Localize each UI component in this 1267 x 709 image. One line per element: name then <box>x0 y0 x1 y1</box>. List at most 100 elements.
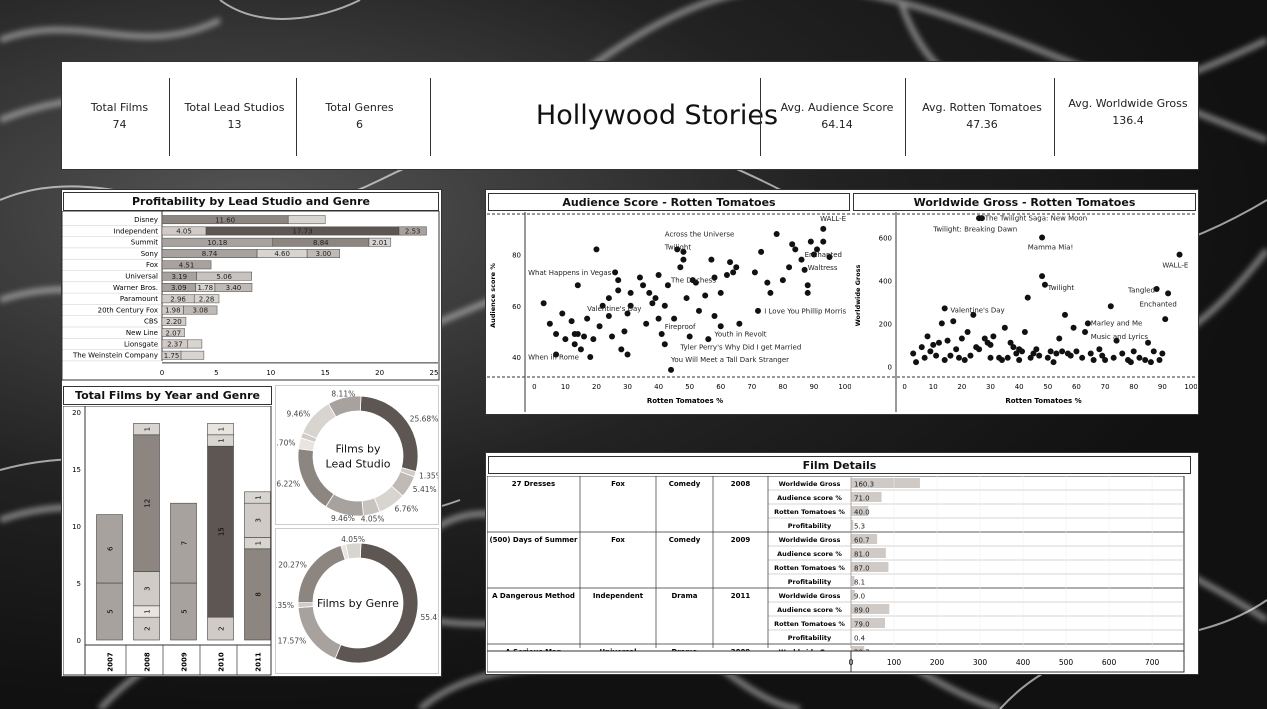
scatter-point[interactable] <box>767 289 774 296</box>
scatter-point[interactable] <box>930 341 937 348</box>
scatter-point[interactable] <box>615 287 622 294</box>
scatter-point[interactable] <box>987 354 994 361</box>
scatter-point[interactable] <box>658 330 665 337</box>
scatter-point[interactable] <box>559 310 566 317</box>
scatter-point[interactable] <box>643 320 650 327</box>
scatter-point[interactable] <box>758 248 765 255</box>
scatter-point[interactable] <box>938 320 945 327</box>
scatter-point[interactable] <box>1082 329 1089 336</box>
scatter-point[interactable] <box>581 333 588 340</box>
scatter-point[interactable] <box>1130 348 1137 355</box>
scatter-point[interactable] <box>751 269 758 276</box>
scatter-point[interactable] <box>686 333 693 340</box>
scatter-point[interactable] <box>1021 329 1028 336</box>
scatter-point[interactable] <box>1001 324 1008 331</box>
scatter-point[interactable] <box>705 336 712 343</box>
profit-bar[interactable] <box>287 215 326 225</box>
scatter-point[interactable] <box>1024 294 1031 301</box>
scatter-point[interactable] <box>755 307 762 314</box>
scatter-point[interactable] <box>1150 348 1157 355</box>
scatter-point[interactable] <box>593 246 600 253</box>
scatter-point[interactable] <box>987 341 994 348</box>
scatter-point[interactable] <box>1142 356 1149 363</box>
scatter-point[interactable] <box>967 352 974 359</box>
scatter-point[interactable] <box>1056 335 1063 342</box>
scatter-point[interactable] <box>1176 251 1183 258</box>
donut-slice[interactable] <box>345 542 362 560</box>
scatter-point[interactable] <box>661 302 668 309</box>
scatter-point[interactable] <box>661 341 668 348</box>
scatter-point[interactable] <box>779 277 786 284</box>
scatter-point[interactable] <box>990 333 997 340</box>
donut-slice[interactable] <box>297 606 342 660</box>
donut-slice[interactable] <box>297 544 346 604</box>
scatter-point[interactable] <box>1067 352 1074 359</box>
scatter-point[interactable] <box>590 336 597 343</box>
scatter-point[interactable] <box>1165 290 1172 297</box>
scatter-point[interactable] <box>910 350 917 357</box>
scatter-point[interactable] <box>1070 324 1077 331</box>
scatter-point[interactable] <box>605 295 612 302</box>
scatter-point[interactable] <box>961 356 968 363</box>
scatter-point[interactable] <box>568 318 575 325</box>
scatter-point[interactable] <box>680 256 687 263</box>
scatter-point[interactable] <box>1073 348 1080 355</box>
scatter-point[interactable] <box>933 352 940 359</box>
scatter-point[interactable] <box>921 354 928 361</box>
scatter-point[interactable] <box>801 266 808 273</box>
scatter-point[interactable] <box>789 241 796 248</box>
scatter-point[interactable] <box>1061 311 1068 318</box>
film-details-table[interactable]: 27 Dresses Fox Comedy 2008 Worldwide Gross 16… <box>487 476 1187 673</box>
scatter-point[interactable] <box>1147 359 1154 366</box>
scatter-point[interactable] <box>636 274 643 281</box>
scatter-point[interactable] <box>947 352 954 359</box>
scatter-point[interactable] <box>1156 356 1163 363</box>
profit-bar[interactable] <box>180 350 205 360</box>
scatter-point[interactable] <box>584 315 591 322</box>
scatter-point[interactable] <box>764 279 771 286</box>
scatter-point[interactable] <box>786 264 793 271</box>
scatter-point[interactable] <box>1107 303 1114 310</box>
scatter-point[interactable] <box>671 315 678 322</box>
scatter-point[interactable] <box>1047 348 1054 355</box>
scatter-point[interactable] <box>655 315 662 322</box>
scatter-point[interactable] <box>1127 359 1134 366</box>
scatter-point[interactable] <box>958 335 965 342</box>
scatter-point[interactable] <box>596 323 603 330</box>
scatter-point[interactable] <box>608 333 615 340</box>
scatter-point[interactable] <box>1079 354 1086 361</box>
scatter-point[interactable] <box>683 295 690 302</box>
scatter-point[interactable] <box>553 330 560 337</box>
scatter-point[interactable] <box>546 320 553 327</box>
scatter-point[interactable] <box>1036 352 1043 359</box>
scatter-point[interactable] <box>1119 350 1126 357</box>
scatter-point[interactable] <box>956 354 963 361</box>
scatter-point[interactable] <box>918 344 925 351</box>
scatter-point[interactable] <box>618 346 625 353</box>
scatter-point[interactable] <box>941 305 948 312</box>
scatter-point[interactable] <box>640 282 647 289</box>
scatter-point[interactable] <box>668 366 675 373</box>
scatter-point[interactable] <box>820 225 827 232</box>
scatter-point[interactable] <box>807 238 814 245</box>
scatter-point[interactable] <box>627 289 634 296</box>
scatter-point[interactable] <box>964 329 971 336</box>
scatter-point[interactable] <box>1096 346 1103 353</box>
scatter-point[interactable] <box>1033 346 1040 353</box>
scatter-point[interactable] <box>649 300 656 307</box>
scatter-point[interactable] <box>1004 354 1011 361</box>
scatter-point[interactable] <box>976 346 983 353</box>
scatter-point[interactable] <box>708 256 715 263</box>
scatter-point[interactable] <box>730 269 737 276</box>
scatter-point[interactable] <box>820 238 827 245</box>
scatter-point[interactable] <box>652 295 659 302</box>
scatter-point[interactable] <box>998 356 1005 363</box>
scatter-point[interactable] <box>562 336 569 343</box>
scatter-point[interactable] <box>792 246 799 253</box>
scatter-point[interactable] <box>727 259 734 266</box>
scatter-point[interactable] <box>717 289 724 296</box>
scatter-point[interactable] <box>1159 350 1166 357</box>
scatter-point[interactable] <box>1039 234 1046 241</box>
scatter-point[interactable] <box>927 348 934 355</box>
scatter-point[interactable] <box>574 282 581 289</box>
